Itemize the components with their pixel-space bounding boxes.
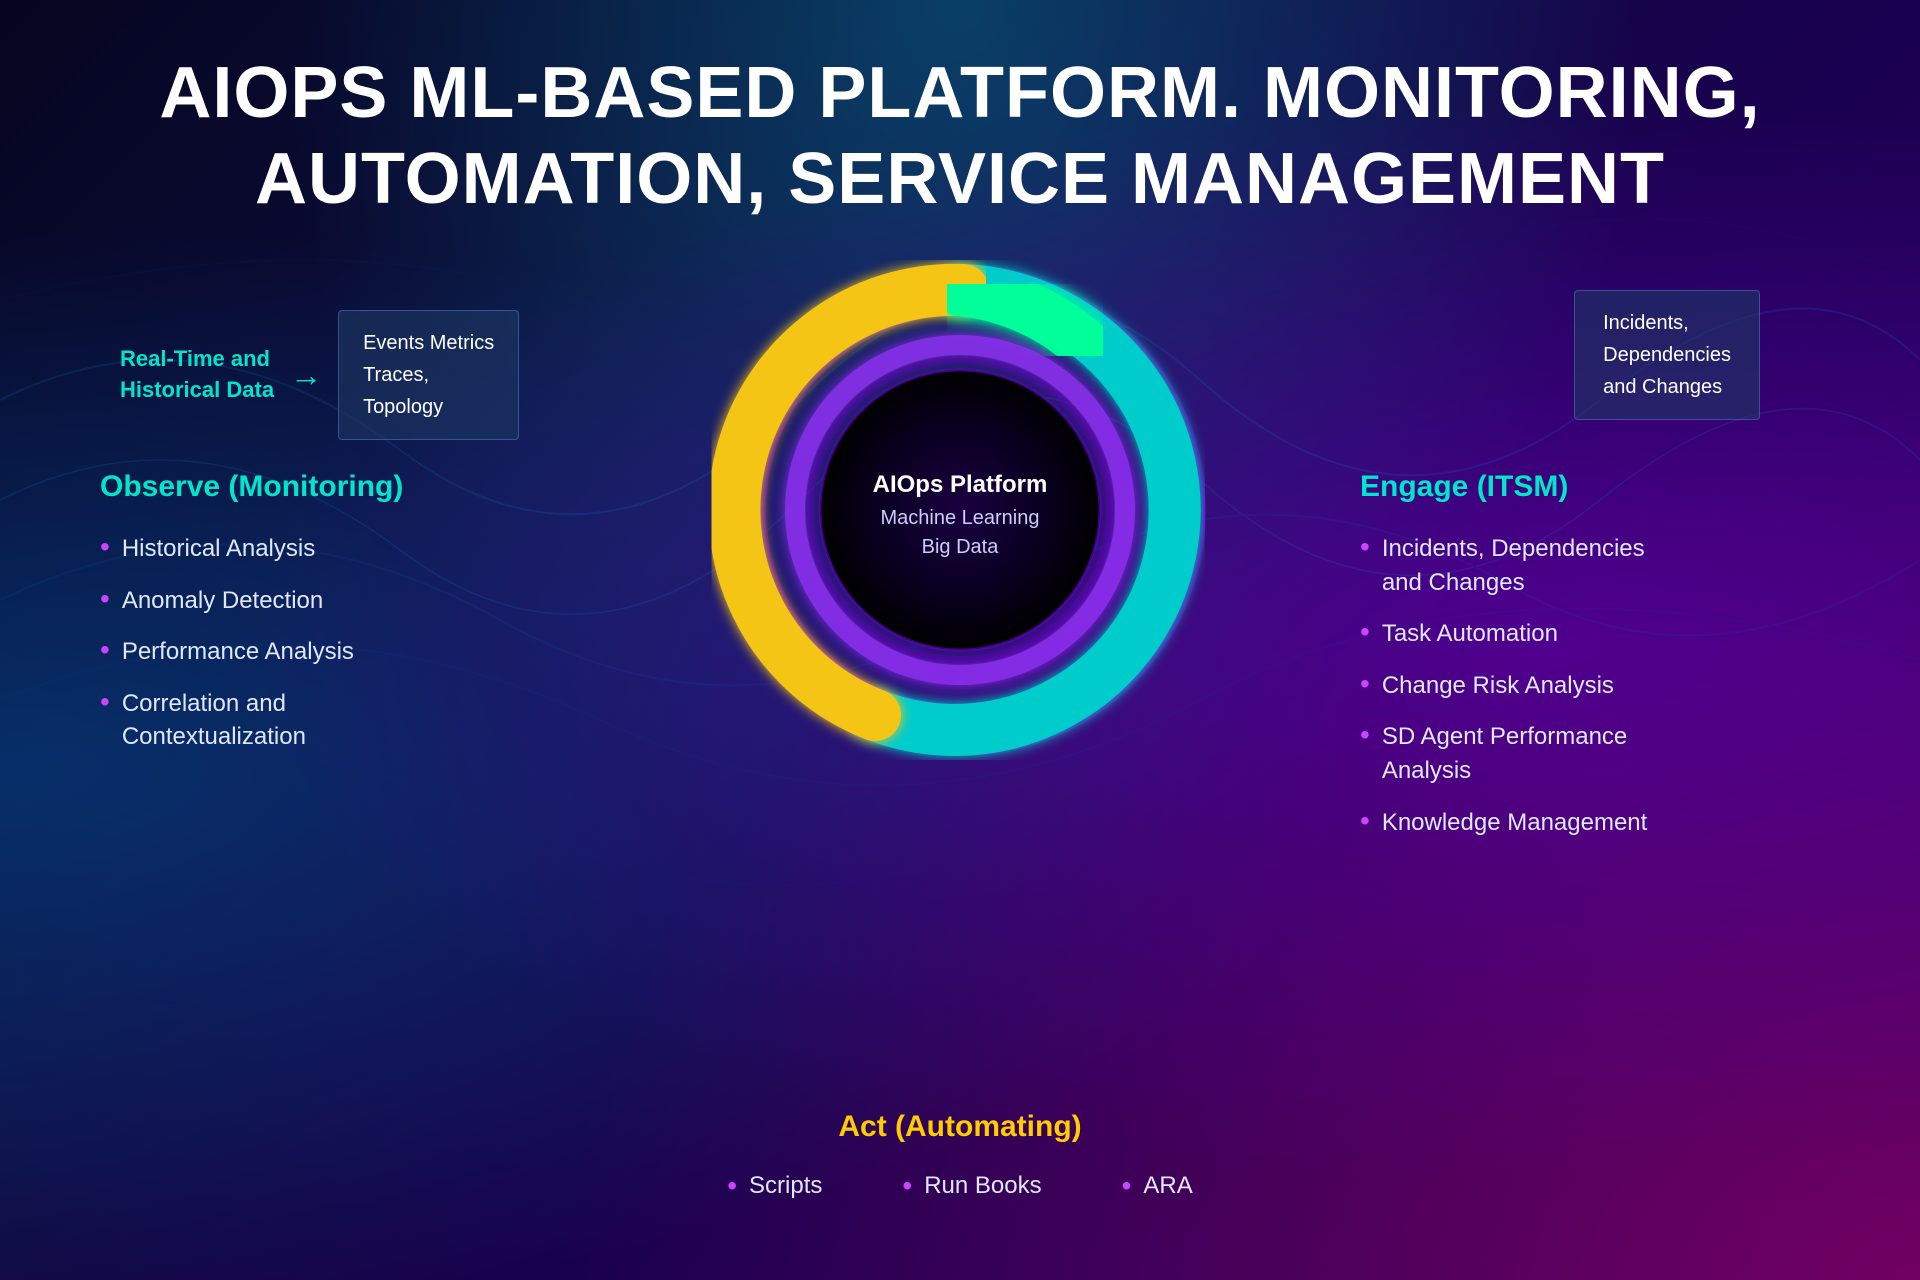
engage-item-3: Change Risk Analysis: [1360, 669, 1840, 703]
main-title: AIOPS ML-BASED PLATFORM. MONITORING, AUT…: [0, 50, 1920, 223]
engage-item-1: Incidents, Dependenciesand Changes: [1360, 532, 1840, 599]
engage-section: Engage (ITSM) Incidents, Dependenciesand…: [1360, 470, 1840, 857]
engage-item-2: Task Automation: [1360, 617, 1840, 651]
observe-item-3: Performance Analysis: [100, 635, 403, 669]
svg-text:AIOps Platform: AIOps Platform: [873, 471, 1048, 498]
observe-section: Observe (Monitoring) Historical Analysis…: [100, 470, 403, 772]
observe-list: Historical Analysis Anomaly Detection Pe…: [100, 532, 403, 754]
act-title: Act (Automating): [727, 1110, 1193, 1144]
events-metrics-box: Events Metrics Traces, Topology: [338, 310, 519, 440]
engage-list: Incidents, Dependenciesand Changes Task …: [1360, 532, 1840, 839]
svg-text:Big Data: Big Data: [922, 536, 1000, 558]
realtime-label: Real-Time and Historical Data: [120, 344, 274, 406]
svg-text:Machine Learning: Machine Learning: [881, 507, 1040, 529]
observe-title: Observe (Monitoring): [100, 470, 403, 504]
donut-svg: AIOps Platform Machine Learning Big Data: [710, 260, 1210, 760]
observe-item-1: Historical Analysis: [100, 532, 403, 566]
act-items: Scripts Run Books ARA: [727, 1172, 1193, 1200]
incidents-box: Incidents, Dependencies and Changes: [1574, 290, 1760, 420]
engage-item-4: SD Agent PerformanceAnalysis: [1360, 720, 1840, 787]
engage-item-5: Knowledge Management: [1360, 806, 1840, 840]
act-item-1: Scripts: [727, 1172, 822, 1200]
engage-title: Engage (ITSM): [1360, 470, 1840, 504]
observe-item-2: Anomaly Detection: [100, 584, 403, 618]
center-donut: AIOps Platform Machine Learning Big Data: [710, 260, 1210, 760]
title-line2: AUTOMATION, SERVICE MANAGEMENT: [255, 139, 1665, 219]
act-item-2: Run Books: [902, 1172, 1041, 1200]
arrow-icon: →: [290, 357, 322, 394]
act-section: Act (Automating) Scripts Run Books ARA: [727, 1110, 1193, 1200]
data-flow-left: Real-Time and Historical Data → Events M…: [120, 310, 519, 440]
observe-item-4: Correlation andContextualization: [100, 687, 400, 754]
title-line1: AIOPS ML-BASED PLATFORM. MONITORING,: [159, 53, 1760, 133]
header: AIOPS ML-BASED PLATFORM. MONITORING, AUT…: [0, 50, 1920, 223]
act-item-3: ARA: [1122, 1172, 1193, 1200]
